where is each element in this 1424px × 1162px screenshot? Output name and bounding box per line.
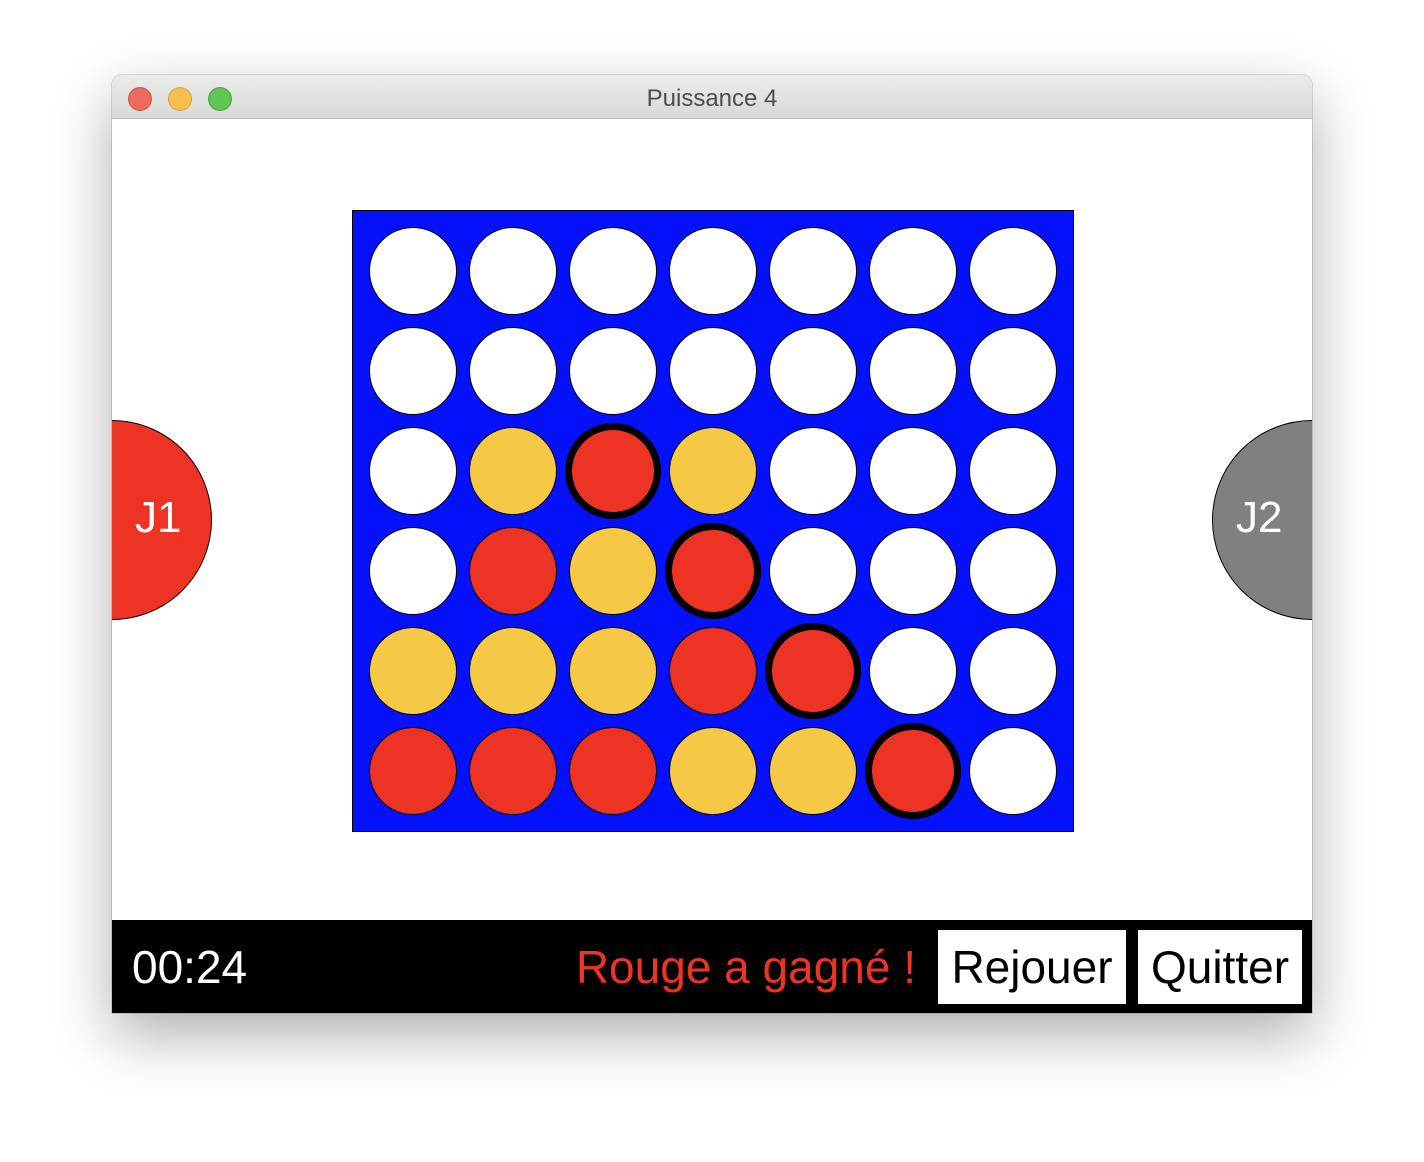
board-cell-winning[interactable] [565, 423, 661, 519]
board-cell[interactable] [869, 427, 957, 515]
board-cell[interactable] [969, 627, 1057, 715]
board-cell-winning[interactable] [765, 623, 861, 719]
board-cell[interactable] [669, 427, 757, 515]
board-cell[interactable] [469, 627, 557, 715]
board-cell[interactable] [969, 727, 1057, 815]
board-cell[interactable] [569, 327, 657, 415]
board-cell[interactable] [969, 227, 1057, 315]
board-cell[interactable] [869, 527, 957, 615]
quit-button[interactable]: Quitter [1138, 930, 1302, 1004]
board-cell[interactable] [569, 627, 657, 715]
game-status: Rouge a gagné ! [575, 941, 916, 993]
board-cell[interactable] [669, 227, 757, 315]
board-cell[interactable] [669, 627, 757, 715]
board-cell[interactable] [369, 227, 457, 315]
replay-button[interactable]: Rejouer [938, 930, 1126, 1004]
board-cell[interactable] [369, 627, 457, 715]
player-two-indicator: J2 [1212, 420, 1312, 620]
board-cell[interactable] [769, 527, 857, 615]
board-cell-winning[interactable] [665, 523, 761, 619]
board-cell[interactable] [869, 627, 957, 715]
player-two-label: J2 [1236, 493, 1283, 542]
board-cell[interactable] [869, 327, 957, 415]
game-window: Puissance 4 J1 J2 00:24 Rouge a gagné ! … [112, 75, 1312, 1013]
board-cell[interactable] [969, 327, 1057, 415]
board-cell[interactable] [669, 727, 757, 815]
bottom-bar: 00:24 Rouge a gagné ! Rejouer Quitter [112, 920, 1312, 1013]
board-cell[interactable] [469, 727, 557, 815]
board-cell[interactable] [469, 227, 557, 315]
board-cell[interactable] [969, 427, 1057, 515]
player-one-label: J1 [135, 493, 182, 542]
board-cell[interactable] [369, 727, 457, 815]
game-timer: 00:24 [132, 941, 248, 993]
player-one-indicator: J1 [112, 420, 212, 620]
board-cell[interactable] [469, 527, 557, 615]
board-cell[interactable] [969, 527, 1057, 615]
board-cell[interactable] [669, 327, 757, 415]
board-cell[interactable] [369, 327, 457, 415]
board-cell[interactable] [769, 227, 857, 315]
board-cell[interactable] [769, 327, 857, 415]
board-cell[interactable] [369, 527, 457, 615]
board-cell[interactable] [469, 427, 557, 515]
board-cell-winning[interactable] [865, 723, 961, 819]
game-area: J1 J2 00:24 Rouge a gagné ! Rejouer Quit… [112, 119, 1312, 1013]
board-cell[interactable] [569, 227, 657, 315]
board-cell[interactable] [769, 727, 857, 815]
title-bar: Puissance 4 [112, 75, 1312, 119]
window-title: Puissance 4 [646, 85, 778, 112]
board-cell[interactable] [369, 427, 457, 515]
board-cell[interactable] [569, 527, 657, 615]
board-cell[interactable] [769, 427, 857, 515]
board-cell[interactable] [869, 227, 957, 315]
game-board[interactable] [352, 210, 1074, 832]
board-cell[interactable] [469, 327, 557, 415]
board-cell[interactable] [569, 727, 657, 815]
